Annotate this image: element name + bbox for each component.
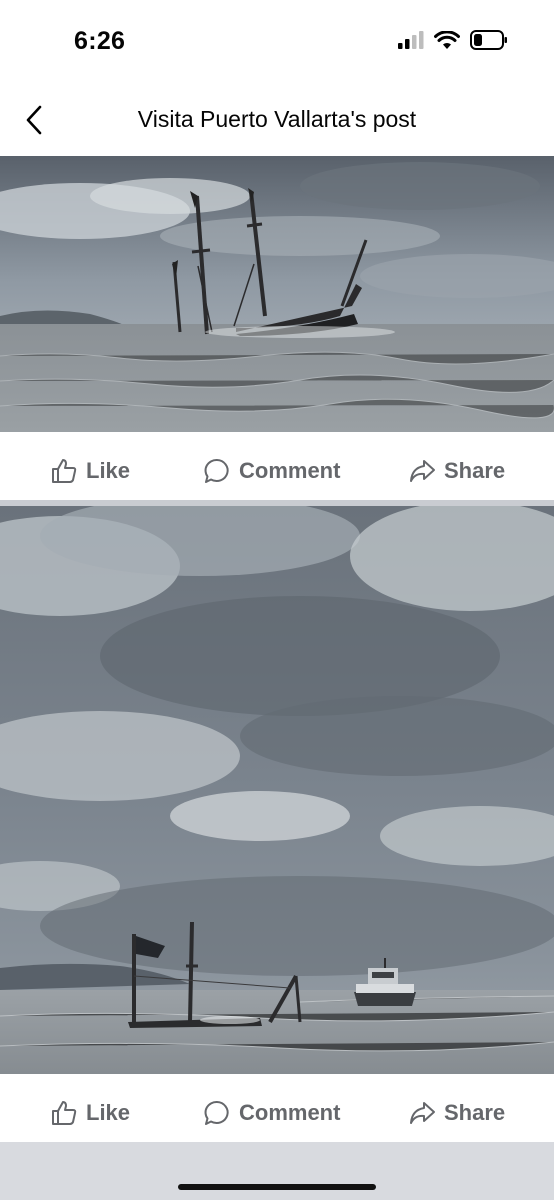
comment-bubble-icon [203, 457, 231, 485]
like-button[interactable]: Like [50, 457, 130, 485]
share-arrow-icon [408, 457, 436, 485]
status-icons [398, 29, 508, 55]
post-actions-2: Like Comment Share [0, 1078, 554, 1148]
share-button[interactable]: Share [408, 457, 505, 485]
like-label: Like [86, 458, 131, 483]
nav-bar: Visita Puerto Vallarta's post [0, 84, 554, 156]
page-title: Visita Puerto Vallarta's post [137, 106, 417, 132]
comment-label: Comment [239, 458, 341, 483]
cellular-signal-icon [398, 31, 424, 54]
share-arrow-icon [408, 1099, 436, 1127]
comment-button[interactable]: Comment [203, 1099, 340, 1127]
post-photo-1[interactable] [0, 156, 554, 432]
comment-bubble-icon [203, 1099, 231, 1127]
like-label: Like [86, 1100, 131, 1125]
home-indicator[interactable] [178, 1184, 376, 1190]
thumbs-up-icon [50, 1099, 78, 1127]
like-button[interactable]: Like [50, 1099, 130, 1127]
comment-label: Comment [239, 1100, 341, 1125]
share-label: Share [444, 1100, 506, 1125]
battery-icon [470, 30, 508, 55]
thumbs-up-icon [50, 457, 78, 485]
comment-button[interactable]: Comment [203, 457, 340, 485]
bottom-bar [0, 1142, 554, 1200]
wifi-icon [434, 29, 460, 55]
post-photo-2[interactable] [0, 506, 554, 1074]
status-bar: 6:26 [0, 0, 554, 84]
share-label: Share [444, 458, 506, 483]
status-time: 6:26 [74, 27, 126, 55]
post-actions-1: Like Comment Share [0, 436, 554, 506]
share-button[interactable]: Share [408, 1099, 505, 1127]
